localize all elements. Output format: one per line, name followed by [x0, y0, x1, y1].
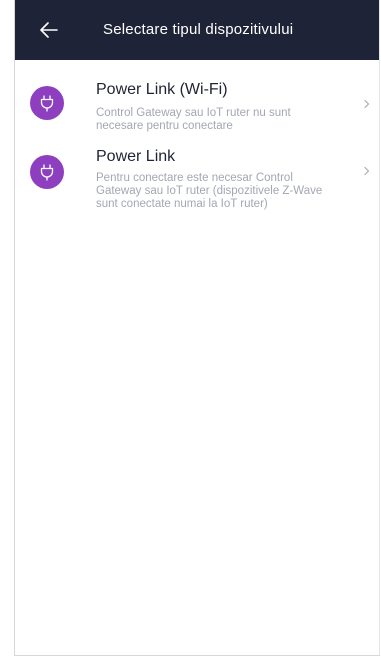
item-title: Power Link (Wi-Fi) — [96, 81, 228, 98]
screen: Selectare tipul dispozitivului Power Lin… — [14, 0, 380, 656]
list-item-power-link-wifi[interactable]: Power Link (Wi-Fi) Control Gateway sau I… — [15, 60, 379, 142]
device-type-list: Power Link (Wi-Fi) Control Gateway sau I… — [15, 60, 379, 242]
plug-icon — [40, 95, 54, 112]
item-title: Power Link — [96, 148, 176, 165]
list-item-power-link[interactable]: Power Link Pentru conectare este necesar… — [15, 142, 379, 242]
arrow-left-icon — [40, 22, 58, 38]
item-description: Control Gateway sau IoT ruter nu sunt ne… — [96, 107, 291, 132]
chevron-right-icon — [364, 99, 370, 109]
chevron-right-icon — [364, 166, 370, 176]
plug-icon — [40, 164, 54, 181]
device-icon-circle — [30, 155, 64, 189]
device-icon-circle — [30, 86, 64, 120]
page-title: Selectare tipul dispozitivului — [103, 21, 294, 38]
app-header: Selectare tipul dispozitivului — [15, 0, 379, 60]
item-description: Pentru conectare este necesar Control Ga… — [96, 172, 323, 210]
back-button[interactable] — [37, 18, 61, 42]
